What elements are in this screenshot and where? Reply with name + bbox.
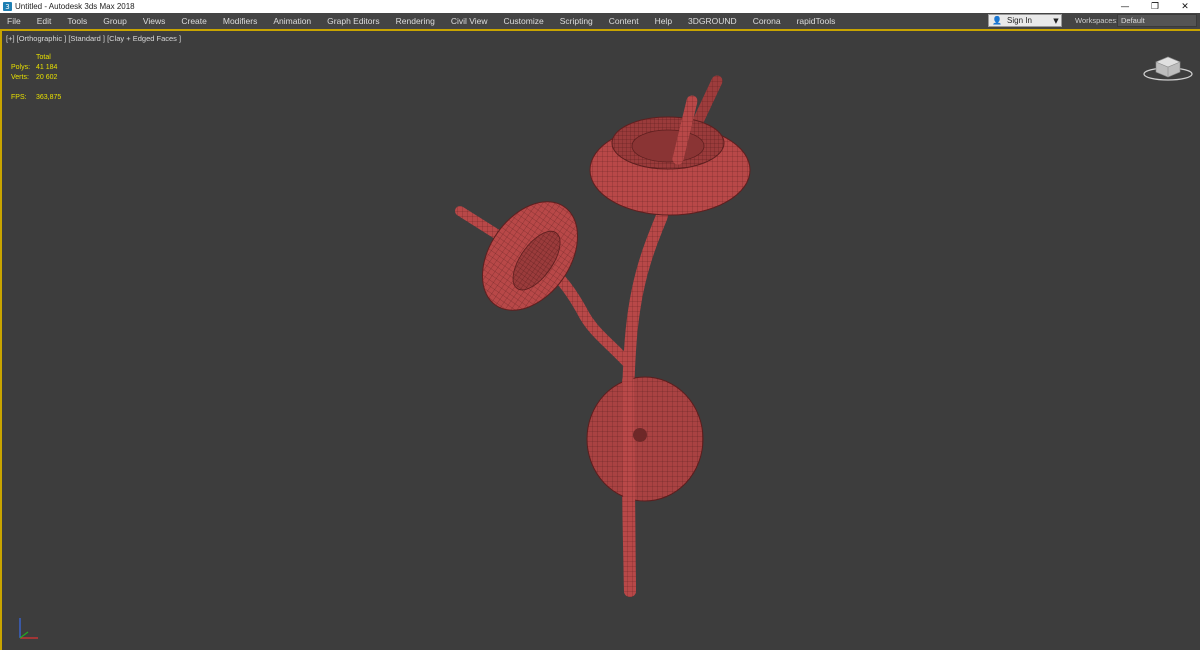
close-button[interactable]: ✕ (1170, 0, 1200, 13)
menu-corona[interactable]: Corona (745, 13, 789, 29)
chevron-down-icon: ▼ (1053, 16, 1059, 25)
window-controls: — ❐ ✕ (1110, 0, 1200, 13)
workspaces-select[interactable]: Default (1117, 14, 1197, 27)
menu-3dground[interactable]: 3DGROUND (680, 13, 745, 29)
sign-in-label: Sign In (1007, 16, 1032, 25)
menu-graph-editors[interactable]: Graph Editors (319, 13, 387, 29)
restore-button[interactable]: ❐ (1140, 0, 1170, 13)
menu-views[interactable]: Views (135, 13, 174, 29)
3d-model-wall-sconce (455, 75, 751, 597)
window-title: Untitled - Autodesk 3ds Max 2018 (15, 2, 135, 11)
stats-header: Total (36, 54, 51, 61)
menu-modifiers[interactable]: Modifiers (215, 13, 265, 29)
menu-civil-view[interactable]: Civil View (443, 13, 496, 29)
viewport-statistics: Total Polys: 41 184 Verts: 20 602 FPS: 363,… (11, 53, 76, 103)
sign-in-dropdown[interactable]: 👤 Sign In ▼ (988, 14, 1062, 27)
fps-label: FPS: (11, 94, 27, 101)
workspaces-label: Workspaces: (1075, 16, 1119, 25)
verts-label: Verts: (11, 74, 29, 81)
menu-help[interactable]: Help (647, 13, 680, 29)
user-icon: 👤 (992, 16, 1002, 25)
verts-value: 20 602 (36, 74, 58, 81)
minimize-button[interactable]: — (1110, 0, 1140, 13)
viewcube-icon[interactable] (1142, 52, 1194, 82)
menu-content[interactable]: Content (601, 13, 647, 29)
axis-tripod-icon (19, 618, 38, 639)
menu-bar: File Edit Tools Group Views Create Modif… (0, 13, 1200, 30)
viewport-label[interactable]: [+] [Orthographic ] [Standard ] [Clay + … (6, 34, 181, 43)
polys-label: Polys: (11, 64, 31, 71)
fps-value: 363,875 (36, 94, 62, 101)
menu-edit[interactable]: Edit (29, 13, 60, 29)
menu-animation[interactable]: Animation (265, 13, 319, 29)
menu-scripting[interactable]: Scripting (552, 13, 601, 29)
title-bar: 3 Untitled - Autodesk 3ds Max 2018 — ❐ ✕ (0, 0, 1200, 13)
menu-customize[interactable]: Customize (496, 13, 552, 29)
menu-file[interactable]: File (0, 13, 29, 29)
orthographic-viewport[interactable]: [+] [Orthographic ] [Standard ] [Clay + … (0, 31, 1200, 650)
menu-rendering[interactable]: Rendering (388, 13, 443, 29)
menu-group[interactable]: Group (95, 13, 135, 29)
menu-create[interactable]: Create (173, 13, 215, 29)
polys-value: 41 184 (36, 64, 58, 71)
menu-tools[interactable]: Tools (59, 13, 95, 29)
menu-rapidtools[interactable]: rapidTools (789, 13, 844, 29)
3ds-max-app-icon: 3 (3, 2, 12, 11)
